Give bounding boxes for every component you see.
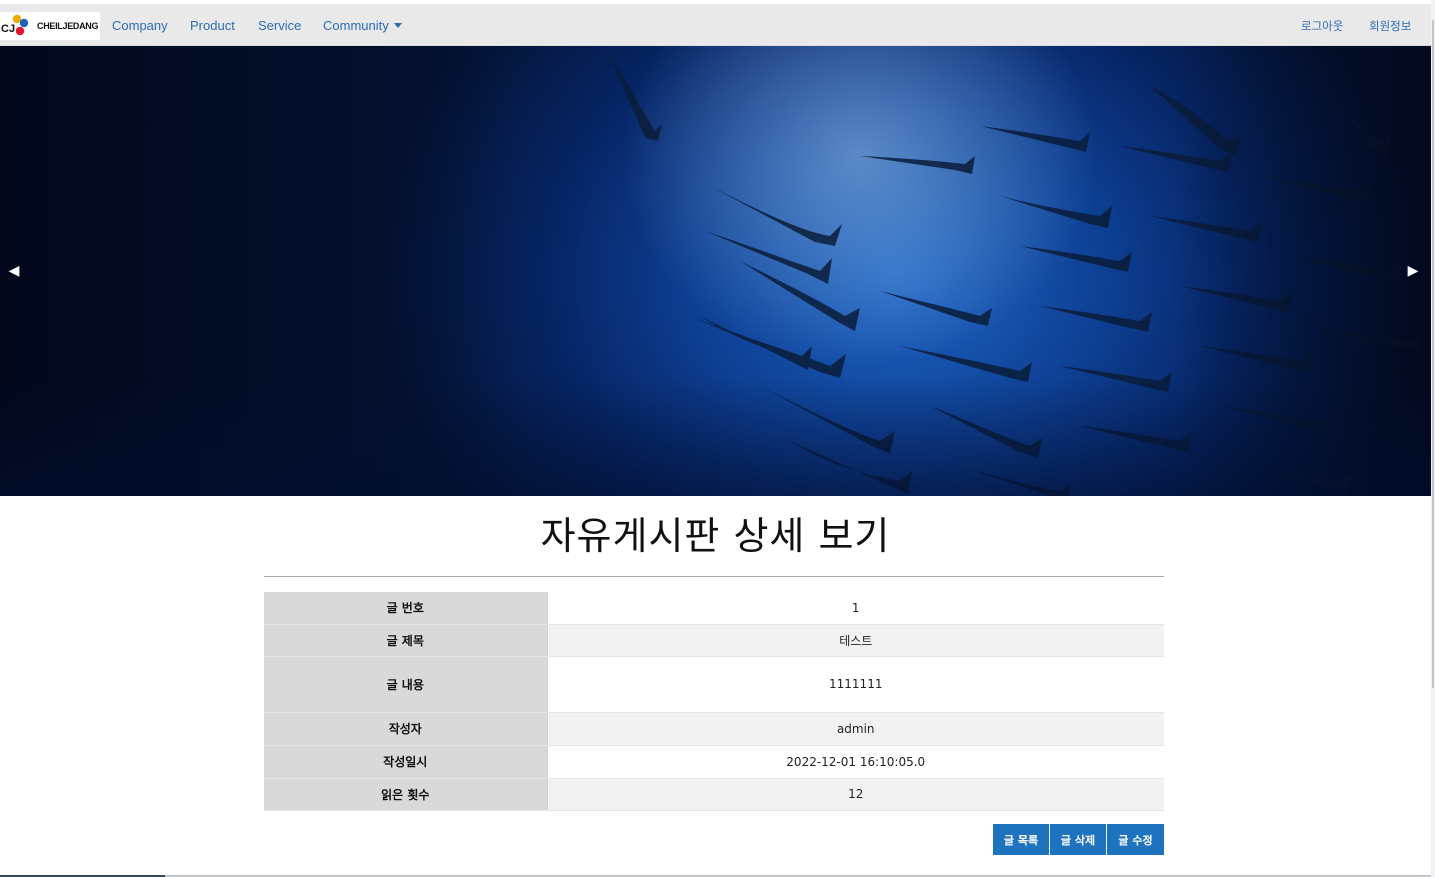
title-divider xyxy=(264,576,1164,577)
chevron-down-icon xyxy=(393,23,402,29)
page-title: 자유게시판 상세 보기 xyxy=(540,514,891,558)
scrollbar-thumb[interactable] xyxy=(1432,20,1434,688)
cj-logo-icon: CJ xyxy=(1,14,29,36)
post-views-value: 12 xyxy=(547,778,1164,811)
svg-text:CJ: CJ xyxy=(1,23,15,35)
post-content-label: 글 내용 xyxy=(264,656,548,713)
brand-name: CHEILJEDANG xyxy=(37,21,99,31)
post-date-value: 2022-12-01 16:10:05.0 xyxy=(547,745,1164,779)
table-row: 읽은 횟수 12 xyxy=(264,778,1164,811)
table-row: 글 제목 테스트 xyxy=(264,624,1164,657)
nav-community-label: Community xyxy=(323,18,389,33)
nav-product[interactable]: Product xyxy=(190,18,235,33)
post-author-value: admin xyxy=(547,712,1164,746)
page-scrollbar[interactable] xyxy=(1431,0,1435,877)
post-detail-table: 글 번호 1 글 제목 테스트 글 내용 1111111 작성자 admin 작… xyxy=(264,592,1164,811)
member-info-link[interactable]: 회원정보 xyxy=(1369,18,1411,34)
post-content-value: 1111111 xyxy=(547,656,1164,713)
brand-logo[interactable]: CJ CHEILJEDANG xyxy=(0,12,100,40)
table-row: 작성자 admin xyxy=(264,712,1164,746)
post-author-label: 작성자 xyxy=(264,712,548,746)
hero-shade-bottom xyxy=(0,376,1431,496)
delete-button[interactable]: 글 삭제 xyxy=(1050,824,1106,855)
post-title-label: 글 제목 xyxy=(264,624,548,657)
nav-company[interactable]: Company xyxy=(112,18,168,33)
nav-service[interactable]: Service xyxy=(258,18,301,33)
list-button[interactable]: 글 목록 xyxy=(993,824,1049,855)
edit-button[interactable]: 글 수정 xyxy=(1107,824,1164,855)
nav-community-dropdown[interactable]: Community xyxy=(323,18,402,33)
navbar: CJ CHEILJEDANG Company Product Service C… xyxy=(0,4,1431,46)
logout-link[interactable]: 로그아웃 xyxy=(1301,18,1343,34)
post-number-label: 글 번호 xyxy=(264,592,548,625)
table-row: 글 내용 1111111 xyxy=(264,656,1164,713)
post-views-label: 읽은 횟수 xyxy=(264,778,548,811)
carousel-prev-arrow-icon[interactable]: ◀ xyxy=(4,261,24,281)
post-action-buttons: 글 목록 글 삭제 글 수정 xyxy=(993,824,1164,855)
post-date-label: 작성일시 xyxy=(264,745,548,779)
table-row: 작성일시 2022-12-01 16:10:05.0 xyxy=(264,745,1164,779)
carousel-next-arrow-icon[interactable]: ▶ xyxy=(1403,261,1423,281)
hero-carousel: ◀ ▶ xyxy=(0,46,1431,496)
post-title-value: 테스트 xyxy=(547,624,1164,657)
post-number-value: 1 xyxy=(547,592,1164,625)
table-row: 글 번호 1 xyxy=(264,592,1164,625)
